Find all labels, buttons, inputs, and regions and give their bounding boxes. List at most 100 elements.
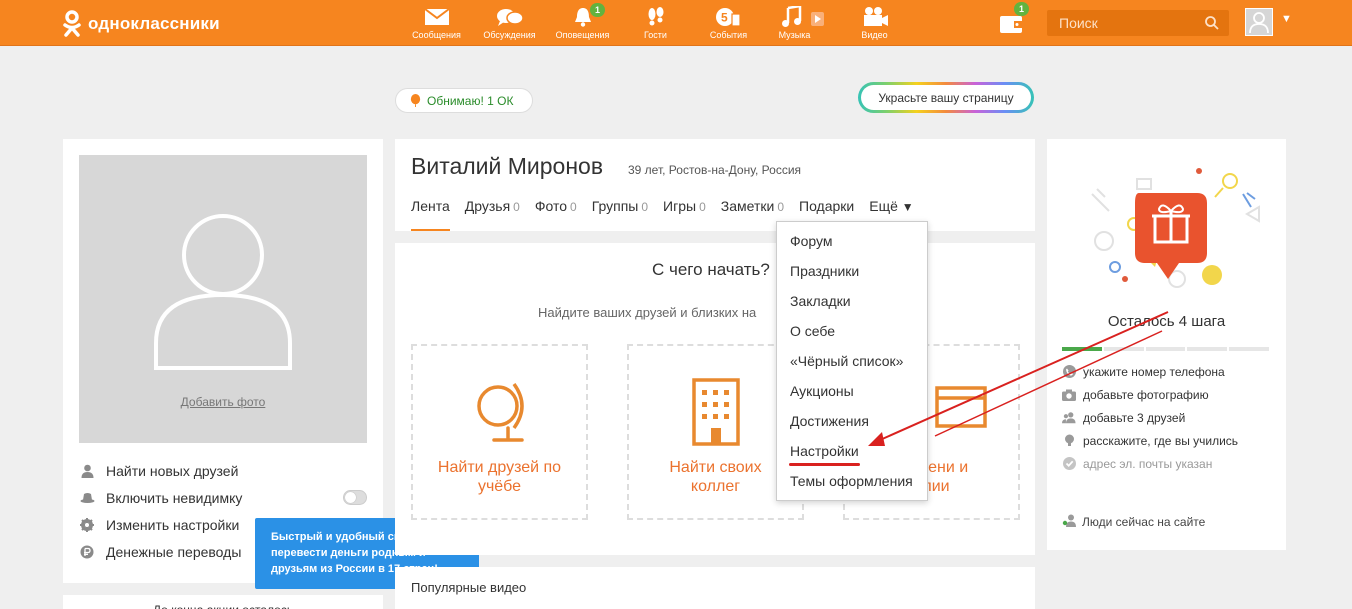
ruble-icon <box>80 545 94 558</box>
music-note-icon <box>781 6 824 27</box>
settings-red-underline <box>789 463 860 466</box>
profile-photo-placeholder[interactable]: Добавить фото <box>79 155 367 443</box>
find-classmates-box[interactable]: Найти друзей по учёбе <box>411 344 588 520</box>
building-icon <box>691 378 740 446</box>
tab-groups[interactable]: Группы 0 <box>592 198 648 231</box>
nav-discussions[interactable]: Обсуждения <box>473 4 546 46</box>
profile-steps-card: Осталось 4 шага укажите номер телефона д… <box>1047 139 1286 550</box>
steps-list: укажите номер телефона добавьте фотограф… <box>1062 360 1238 475</box>
people-online-text: Люди сейчас на сайте <box>1082 515 1206 529</box>
step-photo[interactable]: добавьте фотографию <box>1062 383 1238 406</box>
gear-icon <box>80 517 94 532</box>
menu-item-achievements[interactable]: Достижения <box>777 406 927 436</box>
tab-label: Ещё <box>869 198 898 214</box>
check-circle-icon <box>1062 457 1076 470</box>
add-photo-link[interactable]: Добавить фото <box>79 395 367 409</box>
step-friends[interactable]: добавьте 3 друзей <box>1062 406 1238 429</box>
menu-item-themes[interactable]: Темы оформления <box>777 466 927 496</box>
tab-friends[interactable]: Друзья 0 <box>465 198 520 231</box>
start-title: С чего начать? <box>652 260 770 279</box>
step-label: адрес эл. почты указан <box>1083 456 1213 471</box>
phone-icon <box>1062 365 1076 378</box>
graduation-icon <box>1064 434 1074 446</box>
main-nav: Сообщения Обсуждения Оповещения 1 Гости … <box>400 3 911 46</box>
tab-games[interactable]: Игры 0 <box>663 198 706 231</box>
nav-video[interactable]: Видео <box>838 4 911 46</box>
progress-segment <box>1103 347 1144 351</box>
menu-item-auctions[interactable]: Аукционы <box>777 376 927 406</box>
invisible-toggle[interactable] <box>343 490 367 505</box>
menu-item-blacklist[interactable]: «Чёрный список» <box>777 346 927 376</box>
ok-pill-text: Обнимаю! 1 ОК <box>427 93 514 108</box>
people-icon <box>1062 412 1076 424</box>
invisible-mode-item[interactable]: Включить невидимку <box>79 484 369 511</box>
wallet-button[interactable]: 1 <box>998 2 1030 38</box>
tab-feed[interactable]: Лента <box>411 198 450 231</box>
balloon-icon <box>410 94 421 107</box>
nav-label: Сообщения <box>412 30 461 40</box>
getting-started-card: С чего начать? Найдите ваших друзей и бл… <box>395 243 1035 555</box>
steps-title: Осталось 4 шага <box>1107 313 1226 330</box>
find-friends-item[interactable]: Найти новых друзей <box>79 457 369 484</box>
step-phone[interactable]: укажите номер телефона <box>1062 360 1238 383</box>
find-classmates-text: Найти друзей по учёбе <box>437 459 562 495</box>
progress-segment <box>1229 347 1269 351</box>
tab-count: 0 <box>570 200 577 214</box>
popular-videos-label: Популярные видео <box>411 580 527 595</box>
nav-guests[interactable]: Гости <box>619 4 692 46</box>
top-bar: одноклассники Сообщения Обсуждения Опове… <box>0 0 1352 46</box>
menu-item-settings[interactable]: Настройки <box>777 436 927 466</box>
user-silhouette-icon <box>1249 12 1269 34</box>
progress-segment <box>1145 347 1186 351</box>
profile-header-card: Виталий Миронов 39 лет, Ростов-на-Дону, … <box>395 139 1035 231</box>
nav-messages[interactable]: Сообщения <box>400 4 473 46</box>
step-label: расскажите, где вы учились <box>1083 433 1239 448</box>
tab-photos[interactable]: Фото 0 <box>535 198 577 231</box>
hat-icon <box>80 492 94 503</box>
chat-bubbles-icon <box>496 9 524 26</box>
nav-label: Оповещения <box>555 30 610 40</box>
more-dropdown-menu: Форум Праздники Закладки О себе «Чёрный … <box>776 221 928 501</box>
tab-label: Лента <box>411 198 450 214</box>
tab-label: Группы <box>591 198 639 214</box>
search-box <box>1047 10 1229 36</box>
start-subtitle: Найдите ваших друзей и близких на <box>538 305 757 320</box>
svg-text:5: 5 <box>721 11 728 25</box>
nav-label: Гости <box>644 30 667 40</box>
events-five-icon: 5 <box>715 8 741 27</box>
chevron-down-icon[interactable]: ▼ <box>1281 13 1292 25</box>
decorate-page-button[interactable]: Украсьте вашу страницу <box>858 82 1034 113</box>
user-avatar[interactable] <box>1245 8 1273 36</box>
avatar-silhouette-icon <box>154 214 292 370</box>
person-icon <box>81 464 93 478</box>
video-camera-icon <box>863 7 888 26</box>
ok-logo-icon <box>63 10 81 37</box>
left-profile-card: Добавить фото Найти новых друзей Включит… <box>63 139 383 583</box>
tab-label: Друзья <box>464 198 511 214</box>
menu-item-about[interactable]: О себе <box>777 316 927 346</box>
menu-label: Изменить настройки <box>106 516 240 533</box>
search-icon[interactable] <box>1205 16 1219 30</box>
footprints-icon <box>648 7 663 26</box>
menu-item-forum[interactable]: Форум <box>777 226 927 256</box>
step-education[interactable]: расскажите, где вы учились <box>1062 429 1238 452</box>
menu-item-holidays[interactable]: Праздники <box>777 256 927 286</box>
wallet-badge: 1 <box>1014 2 1030 16</box>
nav-notifications[interactable]: Оповещения 1 <box>546 3 619 46</box>
ok-pill[interactable]: Обнимаю! 1 ОК <box>395 88 533 113</box>
step-label: укажите номер телефона <box>1083 364 1225 379</box>
step-label: добавьте 3 друзей <box>1083 410 1186 425</box>
envelope-icon <box>423 8 450 25</box>
people-online-link[interactable]: Люди сейчас на сайте <box>1062 514 1205 530</box>
nav-label: Обсуждения <box>483 30 536 40</box>
tab-notes[interactable]: Заметки 0 <box>721 198 784 231</box>
popular-videos-card: Популярные видео <box>395 567 1035 609</box>
progress-segment <box>1187 347 1228 351</box>
search-input[interactable] <box>1047 10 1197 36</box>
profile-name: Виталий Миронов <box>411 153 604 179</box>
menu-item-bookmarks[interactable]: Закладки <box>777 286 927 316</box>
logo[interactable]: одноклассники <box>62 10 220 38</box>
logo-text: одноклассники <box>88 14 220 33</box>
nav-music[interactable]: Музыка <box>765 4 838 46</box>
tab-count: 0 <box>641 200 649 214</box>
